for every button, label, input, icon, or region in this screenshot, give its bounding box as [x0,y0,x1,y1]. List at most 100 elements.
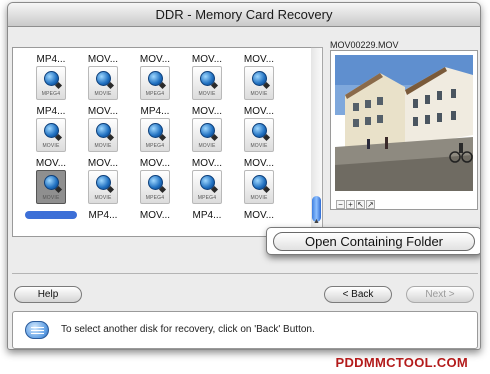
divider [12,273,478,274]
zoom-out-icon[interactable]: − [336,200,345,209]
file-name: MP4... [140,106,170,117]
preview-filename: MOV00229.MOV [330,40,399,50]
file-name: MOV... [139,158,171,169]
help-button[interactable]: Help [14,286,82,303]
next-button[interactable]: Next > [406,286,474,303]
window-title: DDR - Memory Card Recovery [8,3,480,27]
file-tile[interactable]: MOVIE MOV... [233,118,285,178]
file-tile[interactable]: MPEG4 MP4... [25,66,77,126]
file-name: MOV... [243,158,275,169]
file-type-tag: MPEG4 [41,91,61,97]
video-file-icon [244,47,274,48]
file-name: MP4... [88,210,118,221]
file-type-tag: MPEG4 [197,195,217,201]
file-type-tag: MOVIE [250,195,268,201]
back-button[interactable]: < Back [324,286,392,303]
preview-image [335,55,473,191]
preview-panel: − + ↖ ↗ [330,50,478,210]
file-tile[interactable]: MOVIE MOV... [77,118,129,178]
file-tile[interactable]: MOVIE MOV... [233,170,285,230]
file-tile[interactable]: MPEG4 MP4... [181,170,233,230]
file-type-tag: MPEG4 [145,91,165,97]
video-file-icon: MPEG4 [36,66,66,100]
preview-photo [335,55,473,191]
file-type-tag: MOVIE [250,143,268,149]
file-tile[interactable]: MPEG4 MOV... [129,118,181,178]
quicktime-icon [44,71,59,86]
file-tile[interactable]: MPEG4 MOV... [129,170,181,230]
file-tile[interactable]: MOVIE MOV... [77,66,129,126]
file-name: MOV... [243,210,275,221]
video-file-icon: MPEG4 [192,170,222,204]
file-tile[interactable]: MOVIE MP4... [77,170,129,230]
video-file-icon: MOVIE [192,118,222,152]
file-name: MOV... [139,54,171,65]
video-file-icon: MOVIE [244,66,274,100]
file-grid[interactable]: MP4... MOV... MOV... MOV... MOV... MPEG4 MP4..… [12,47,312,237]
file-name: MOV... [191,54,223,65]
zoom-in-icon[interactable]: + [346,200,355,209]
video-file-icon: MOVIE [192,66,222,100]
quicktime-icon [96,175,111,190]
quicktime-icon [148,71,163,86]
video-file-icon: MOVIE [88,118,118,152]
file-name: MP4... [192,210,222,221]
quicktime-icon [96,123,111,138]
video-file-icon: MOVIE [36,170,66,204]
file-type-tag: MOVIE [250,91,268,97]
file-name: MOV... [191,158,223,169]
file-type-tag: MOVIE [94,91,112,97]
quicktime-icon [200,123,215,138]
file-name: MOV... [243,106,275,117]
file-type-tag: MOVIE [94,143,112,149]
quicktime-icon [252,123,267,138]
file-name: MP4... [36,106,66,117]
video-file-icon: MOVIE [88,170,118,204]
quicktime-icon [148,123,163,138]
file-name: MOV... [87,54,119,65]
quicktime-icon [44,123,59,138]
rotate-left-icon[interactable]: ↖ [356,200,365,209]
file-name: MOV... [35,158,67,169]
file-type-tag: MOVIE [94,195,112,201]
file-tile[interactable]: MOVIE MOV... [181,66,233,126]
video-file-icon: MPEG4 [140,170,170,204]
file-type-tag: MPEG4 [145,195,165,201]
file-type-tag: MPEG4 [145,143,165,149]
quicktime-icon [200,71,215,86]
file-type-tag: MOVIE [42,195,60,201]
video-file-icon: MPEG4 [140,118,170,152]
open-containing-folder-item[interactable]: Open Containing Folder [273,232,475,251]
file-type-tag: MOVIE [198,143,216,149]
file-name: MOV... [87,106,119,117]
file-tile[interactable]: MOVIE MOV... [25,170,77,230]
video-file-icon [192,47,222,48]
file-name: MOV... [243,54,275,65]
file-grid-scrollbar[interactable]: ▲ ▼ [311,47,323,237]
quicktime-icon [252,175,267,190]
video-file-icon: MOVIE [244,118,274,152]
file-tile[interactable]: MOVIE MOV... [181,118,233,178]
video-file-icon: MPEG4 [140,66,170,100]
status-message: To select another disk for recovery, cli… [61,324,315,335]
file-name: MOV... [139,210,171,221]
file-tile[interactable]: MOVIE MOV... [233,66,285,126]
file-name: MP4... [36,54,66,65]
video-file-icon [140,47,170,48]
video-file-icon [88,47,118,48]
quicktime-icon [96,71,111,86]
brand-watermark: PDDMMCTOOL.COM [335,355,468,370]
file-name: MOV... [191,106,223,117]
file-tile[interactable]: MOVIE MOV... [25,118,77,178]
preview-toolbar: − + ↖ ↗ [336,194,376,209]
quicktime-icon [200,175,215,190]
video-file-icon [36,47,66,48]
file-name: MOV... [87,158,119,169]
main-window: DDR - Memory Card Recovery MP4... MOV... M… [7,2,481,350]
quicktime-icon [148,175,163,190]
scroll-up-arrow-icon[interactable]: ▲ [311,218,322,227]
quicktime-icon [44,175,59,190]
file-tile[interactable]: MPEG4 MP4... [129,66,181,126]
info-bubble-icon [25,321,49,339]
rotate-right-icon[interactable]: ↗ [366,200,375,209]
